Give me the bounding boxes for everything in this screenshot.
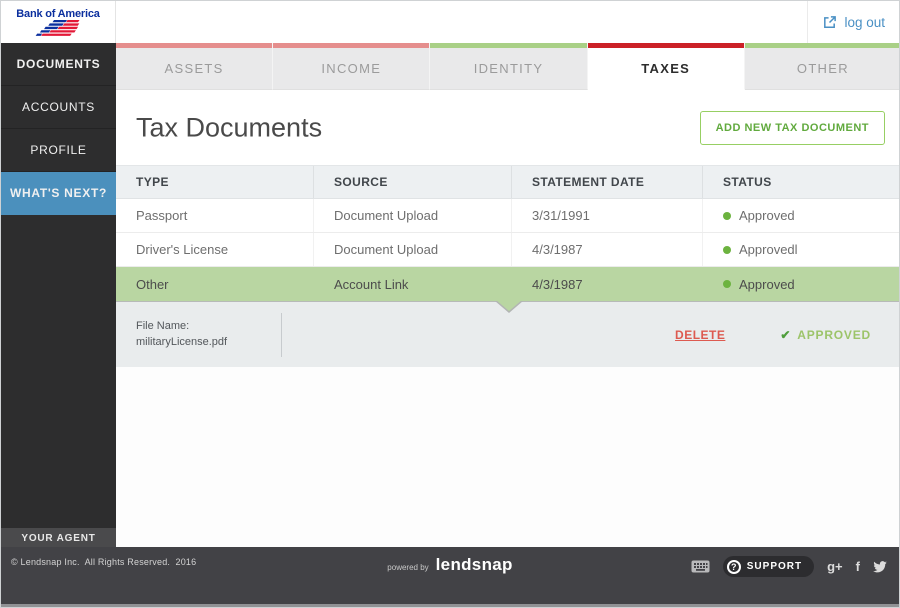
status-cell: Approved: [702, 199, 899, 232]
tab-identity[interactable]: IDENTITY: [430, 43, 588, 90]
document-category-tabs: ASSETS INCOME IDENTITY TAXES OTHER: [116, 43, 899, 90]
logout-label: log out: [844, 14, 885, 30]
bank-of-america-wordmark: Bank of America: [16, 7, 100, 20]
file-name-value: militaryLicense.pdf: [136, 336, 228, 348]
column-header-statement-date: STATEMENT DATE: [511, 166, 702, 198]
app-window: Bank of America log out DOCUMENTS ACCOUN…: [0, 0, 900, 608]
table-row-drivers-license[interactable]: Driver's License Document Upload 4/3/198…: [116, 233, 899, 267]
status-dot-icon: [723, 280, 731, 288]
footer-icons: ? SUPPORT g+ f: [691, 556, 887, 577]
status-cell: Approvedl: [702, 233, 899, 266]
sidebar-item-documents[interactable]: DOCUMENTS: [1, 43, 116, 86]
tab-assets[interactable]: ASSETS: [116, 43, 274, 90]
main-content: ASSETS INCOME IDENTITY TAXES OTHER Tax D…: [116, 43, 899, 549]
row-detail-panel: File Name: militaryLicense.pdf DELETE ✔ …: [116, 300, 899, 367]
tab-income[interactable]: INCOME: [273, 43, 431, 90]
delete-link[interactable]: DELETE: [675, 328, 725, 342]
status-cell: Approved: [702, 267, 899, 301]
status-label: Approved: [739, 276, 795, 292]
keyboard-icon[interactable]: [691, 560, 710, 573]
check-icon: ✔: [780, 327, 792, 342]
sidebar-item-whats-next[interactable]: WHAT'S NEXT?: [1, 172, 116, 215]
twitter-icon[interactable]: [873, 560, 887, 573]
support-label: SUPPORT: [746, 561, 803, 572]
status-dot-icon: [723, 211, 731, 220]
copyright-text: © Lendsnap Inc. All Rights Reserved. 201…: [11, 557, 197, 567]
column-header-status: STATUS: [702, 166, 899, 198]
top-header: Bank of America log out: [1, 1, 899, 43]
column-header-type: TYPE: [136, 175, 169, 189]
powered-by-block: powered by lendsnap: [387, 555, 512, 575]
lendsnap-logo: lendsnap: [435, 555, 513, 574]
bank-of-america-logo[interactable]: Bank of America: [1, 1, 116, 43]
detail-actions: DELETE ✔ APPROVED: [675, 302, 899, 367]
table-row-passport[interactable]: Passport Document Upload 3/31/1991 Appro…: [116, 199, 899, 233]
status-label: Approvedl: [739, 242, 798, 257]
table-header: TYPE SOURCE STATEMENT DATE STATUS: [116, 165, 899, 199]
detail-divider: [281, 312, 282, 357]
column-header-source: SOURCE: [313, 166, 511, 198]
sidebar-nav: DOCUMENTS ACCOUNTS PROFILE WHAT'S NEXT? …: [1, 43, 116, 549]
sidebar-item-accounts[interactable]: ACCOUNTS: [1, 86, 116, 129]
approved-status-badge: ✔ APPROVED: [780, 328, 871, 342]
file-name-label: File Name:: [136, 320, 190, 332]
table-row-other-selected[interactable]: Other Account Link 4/3/1987 Approved: [116, 267, 899, 301]
bank-of-america-flag-icon: [35, 19, 80, 36]
tab-taxes[interactable]: TAXES: [587, 43, 745, 90]
tab-other[interactable]: OTHER: [744, 43, 899, 90]
file-name-cell: File Name: militaryLicense.pdf: [116, 302, 281, 367]
detail-caret-icon: [495, 300, 522, 311]
footer: © Lendsnap Inc. All Rights Reserved. 201…: [1, 547, 899, 607]
facebook-icon[interactable]: f: [856, 559, 860, 575]
question-icon: ?: [726, 559, 741, 574]
sidebar-item-profile[interactable]: PROFILE: [1, 129, 116, 172]
powered-by-label: powered by: [387, 563, 429, 572]
status-dot-icon: [723, 245, 731, 254]
page-heading-row: Tax Documents ADD NEW TAX DOCUMENT: [116, 90, 899, 165]
sidebar-item-your-agent[interactable]: YOUR AGENT: [1, 528, 116, 549]
google-plus-icon[interactable]: g+: [827, 559, 843, 575]
logout-button[interactable]: log out: [807, 1, 899, 43]
status-label: Approved: [739, 208, 795, 223]
support-button[interactable]: ? SUPPORT: [722, 556, 815, 577]
approved-label: APPROVED: [797, 327, 871, 342]
external-link-icon: [824, 15, 837, 28]
page-title: Tax Documents: [136, 112, 323, 142]
add-new-tax-document-button[interactable]: ADD NEW TAX DOCUMENT: [699, 110, 885, 145]
